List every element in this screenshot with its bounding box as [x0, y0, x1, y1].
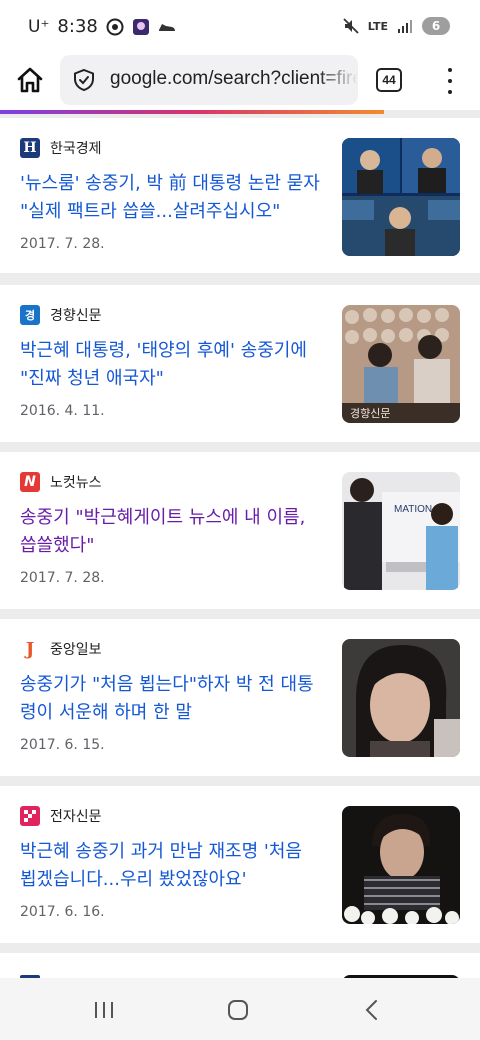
- signal-icon: [398, 20, 412, 33]
- carrier-label: U⁺: [28, 16, 50, 37]
- back-button[interactable]: [352, 998, 392, 1022]
- aperture-icon: [106, 18, 124, 35]
- battery-indicator: 6: [422, 17, 450, 35]
- source-logo-icon: J: [20, 639, 40, 660]
- home-button[interactable]: [14, 64, 46, 96]
- result-source[interactable]: 전자신문: [20, 806, 102, 826]
- result-source[interactable]: N 노컷뉴스: [20, 472, 102, 492]
- page-load-progress: [0, 110, 384, 114]
- result-date: 2017. 7. 28.: [20, 570, 105, 586]
- svg-text:경향신문: 경향신문: [350, 407, 390, 420]
- home-nav-button[interactable]: [218, 998, 258, 1022]
- result-title[interactable]: 송중기 "박근혜게이트 뉴스에 내 이름, 씁쓸했다": [20, 504, 320, 560]
- sneaker-icon: [158, 23, 175, 31]
- result-date: 2016. 4. 11.: [20, 403, 105, 419]
- url-bar[interactable]: google.com/search?client=firefox: [60, 55, 358, 105]
- source-name: 전자신문: [50, 809, 102, 825]
- recents-icon: [95, 1002, 113, 1018]
- result-card[interactable]: 전자신문 박근혜 송중기 과거 만남 재조명 '처음 뵙겠습니다...우리 봤었…: [0, 786, 480, 943]
- status-bar: U⁺ 8:38 LTE 6: [0, 0, 480, 52]
- result-date: 2017. 7. 28.: [20, 236, 105, 252]
- app-notification-icon: [132, 18, 149, 35]
- recents-button[interactable]: [84, 998, 124, 1022]
- source-logo-icon: [20, 806, 40, 826]
- more-vert-icon[interactable]: [440, 68, 460, 94]
- source-name: 중앙일보: [50, 642, 102, 658]
- shield-icon[interactable]: [72, 68, 96, 92]
- svg-text:MATION: MATION: [394, 504, 432, 515]
- result-title[interactable]: 박근혜 대통령, '태양의 후예' 송중기에 "진짜 청년 애국자": [20, 337, 320, 393]
- back-icon: [365, 1000, 377, 1020]
- system-nav-bar: [0, 978, 480, 1040]
- source-name: 경향신문: [50, 308, 102, 324]
- url-fade: [318, 55, 358, 105]
- result-date: 2017. 6. 15.: [20, 737, 105, 753]
- home-nav-icon: [228, 1000, 248, 1020]
- result-card[interactable]: 경 경향신문 박근혜 대통령, '태양의 후예' 송중기에 "진짜 청년 애국자…: [0, 285, 480, 442]
- result-thumbnail[interactable]: MATION: [342, 472, 460, 590]
- result-thumbnail[interactable]: 경향신문: [342, 305, 460, 423]
- result-source[interactable]: 경 경향신문: [20, 305, 102, 325]
- result-source[interactable]: H 한국경제: [20, 138, 102, 158]
- source-logo-icon: N: [20, 472, 40, 492]
- browser-toolbar: google.com/search?client=firefox 44: [0, 52, 480, 110]
- result-thumbnail[interactable]: [342, 138, 460, 256]
- clock: 8:38: [57, 16, 98, 37]
- result-card[interactable]: J 중앙일보 송중기가 "처음 뵙는다"하자 박 전 대통령이 서운해 하며 한…: [0, 619, 480, 776]
- result-card[interactable]: N 노컷뉴스 송중기 "박근혜게이트 뉴스에 내 이름, 씁쓸했다" 2017.…: [0, 452, 480, 609]
- result-thumbnail[interactable]: [342, 639, 460, 757]
- source-logo-icon: 경: [20, 305, 40, 325]
- etnews-mark-icon: [24, 810, 36, 822]
- result-date: 2017. 6. 16.: [20, 904, 105, 920]
- tabs-button[interactable]: 44: [376, 68, 402, 92]
- source-name: 한국경제: [50, 141, 102, 157]
- home-icon: [17, 67, 43, 93]
- result-thumbnail[interactable]: [342, 806, 460, 924]
- source-logo-icon: H: [20, 138, 40, 158]
- mute-icon: [343, 18, 359, 34]
- result-title[interactable]: 송중기가 "처음 뵙는다"하자 박 전 대통령이 서운해 하며 한 말: [20, 671, 320, 727]
- source-name: 노컷뉴스: [50, 475, 102, 491]
- result-card[interactable]: H 한국경제 '뉴스룸' 송중기, 박 前 대통령 논란 묻자 "실제 팩트라 …: [0, 118, 480, 273]
- network-type: LTE: [367, 19, 388, 33]
- result-title[interactable]: '뉴스룸' 송중기, 박 前 대통령 논란 묻자 "실제 팩트라 씁쓸...살려…: [20, 170, 320, 226]
- result-title[interactable]: 박근혜 송중기 과거 만남 재조명 '처음 뵙겠습니다...우리 봤었잖아요': [20, 838, 320, 894]
- result-source[interactable]: J 중앙일보: [20, 639, 102, 660]
